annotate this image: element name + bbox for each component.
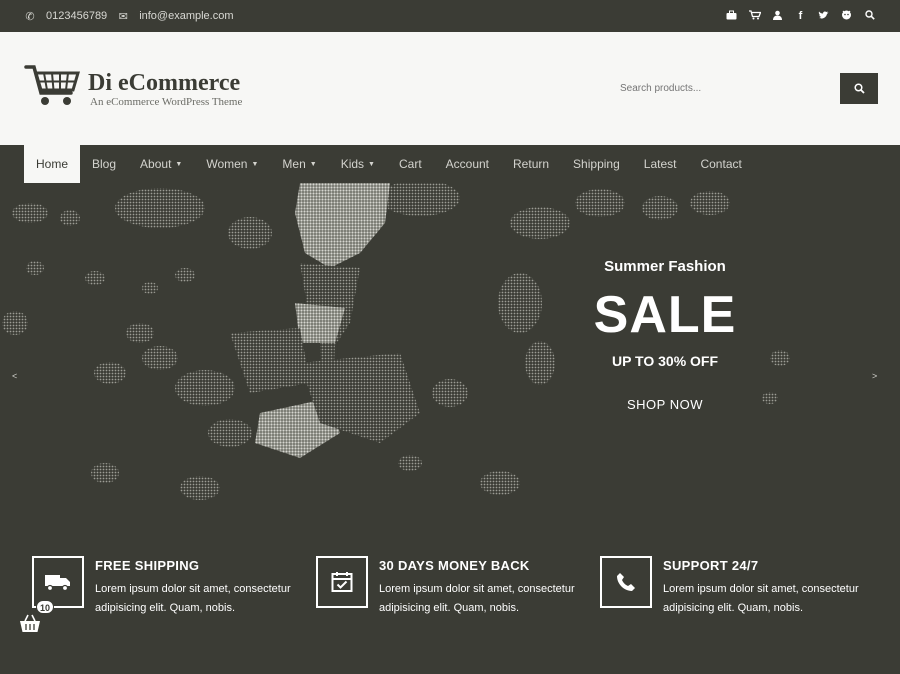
nav-item-about[interactable]: About ▼	[128, 145, 194, 183]
chevron-down-icon: ▼	[175, 160, 183, 168]
nav-item-label: Account	[445, 157, 490, 171]
nav-item-label: Contact	[700, 157, 742, 171]
nav-item-cart[interactable]: Cart	[387, 145, 434, 183]
hero-headline: SALE	[593, 286, 737, 344]
feature-text: Lorem ipsum dolor sit amet, consectetur …	[95, 583, 291, 614]
feature-text: Lorem ipsum dolor sit amet, consectetur …	[663, 583, 859, 614]
nav-item-label: Women	[206, 157, 248, 171]
top-bar: ✆ 0123456789 ✉ info@example.com f	[0, 0, 900, 32]
phone-icon	[600, 556, 652, 608]
slider-next-icon[interactable]: >	[872, 371, 877, 381]
email-address[interactable]: info@example.com	[139, 10, 233, 22]
cart-icon[interactable]	[748, 9, 761, 23]
search-input[interactable]	[620, 73, 840, 104]
site-title[interactable]: Di eCommerce	[88, 70, 242, 96]
search-icon	[853, 83, 865, 94]
nav-item-return[interactable]: Return	[501, 145, 561, 183]
feature-title: FREE SHIPPING	[95, 558, 200, 573]
nav-item-label: Shipping	[573, 157, 620, 171]
contact-info: ✆ 0123456789 ✉ info@example.com	[24, 10, 233, 23]
features-section: FREE SHIPPING Lorem ipsum dolor sit amet…	[0, 528, 900, 674]
nav-item-contact[interactable]: Contact	[688, 145, 753, 183]
search-button[interactable]	[840, 73, 878, 104]
floating-cart-widget[interactable]: 10	[18, 600, 58, 640]
feature-title: 30 DAYS MONEY BACK	[379, 558, 530, 573]
hero-background-image	[2, 183, 790, 500]
chevron-down-icon: ▼	[309, 160, 317, 168]
nav-item-men[interactable]: Men ▼	[270, 145, 328, 183]
hero-offer: UP TO 30% OFF	[611, 353, 719, 369]
nav-item-shipping[interactable]: Shipping	[561, 145, 632, 183]
nav-item-latest[interactable]: Latest	[632, 145, 689, 183]
nav-item-women[interactable]: Women ▼	[194, 145, 270, 183]
github-icon[interactable]	[840, 9, 853, 23]
hero-caption: Summer Fashion SALE UP TO 30% OFF SHOP N…	[565, 258, 765, 414]
cart-count-badge: 10	[36, 600, 54, 614]
facebook-icon[interactable]: f	[794, 10, 807, 22]
social-links: f	[725, 9, 876, 23]
site-tagline: An eCommerce WordPress Theme	[90, 95, 243, 108]
site-header: Di eCommerce An eCommerce WordPress Them…	[0, 32, 900, 145]
search-icon[interactable]	[863, 9, 876, 23]
mail-icon: ✉	[118, 10, 128, 23]
nav-item-blog[interactable]: Blog	[80, 145, 128, 183]
nav-item-kids[interactable]: Kids ▼	[329, 145, 387, 183]
nav-item-label: Home	[36, 157, 69, 171]
nav-item-label: Men	[282, 157, 306, 171]
nav-item-home[interactable]: Home	[24, 145, 81, 183]
nav-item-label: Cart	[398, 157, 422, 171]
calendar-check-icon	[316, 556, 368, 608]
feature-title: SUPPORT 24/7	[663, 558, 759, 573]
nav-item-label: About	[140, 157, 172, 171]
shopping-cart-logo-icon	[24, 63, 81, 114]
nav-item-label: Return	[513, 157, 550, 171]
twitter-icon[interactable]	[817, 10, 830, 23]
chevron-down-icon: ▼	[251, 160, 259, 168]
feature-text: Lorem ipsum dolor sit amet, consectetur …	[379, 583, 575, 614]
nav-item-label: Blog	[92, 157, 117, 171]
basket-icon	[20, 614, 40, 632]
hero-kicker: Summer Fashion	[604, 258, 726, 275]
briefcase-icon[interactable]	[725, 10, 738, 23]
nav-item-label: Latest	[643, 157, 677, 171]
slider-prev-icon[interactable]: <	[12, 371, 17, 381]
nav-item-label: Kids	[340, 157, 365, 171]
phone-number[interactable]: 0123456789	[46, 10, 107, 22]
chevron-down-icon: ▼	[368, 160, 375, 168]
user-icon[interactable]	[771, 10, 784, 23]
site-branding[interactable]: Di eCommerce An eCommerce WordPress Them…	[24, 63, 242, 114]
phone-icon: ✆	[25, 10, 35, 23]
hero-slider: < > Summer Fashion SALE UP TO 30% OFF SH…	[0, 183, 900, 528]
nav-item-account[interactable]: Account	[434, 145, 501, 183]
main-navigation: Home Blog About ▼ Women ▼ Men ▼ Kids ▼ Cart Account…	[0, 145, 900, 183]
search-form	[620, 73, 878, 104]
shop-now-button[interactable]: SHOP NOW	[627, 397, 703, 412]
